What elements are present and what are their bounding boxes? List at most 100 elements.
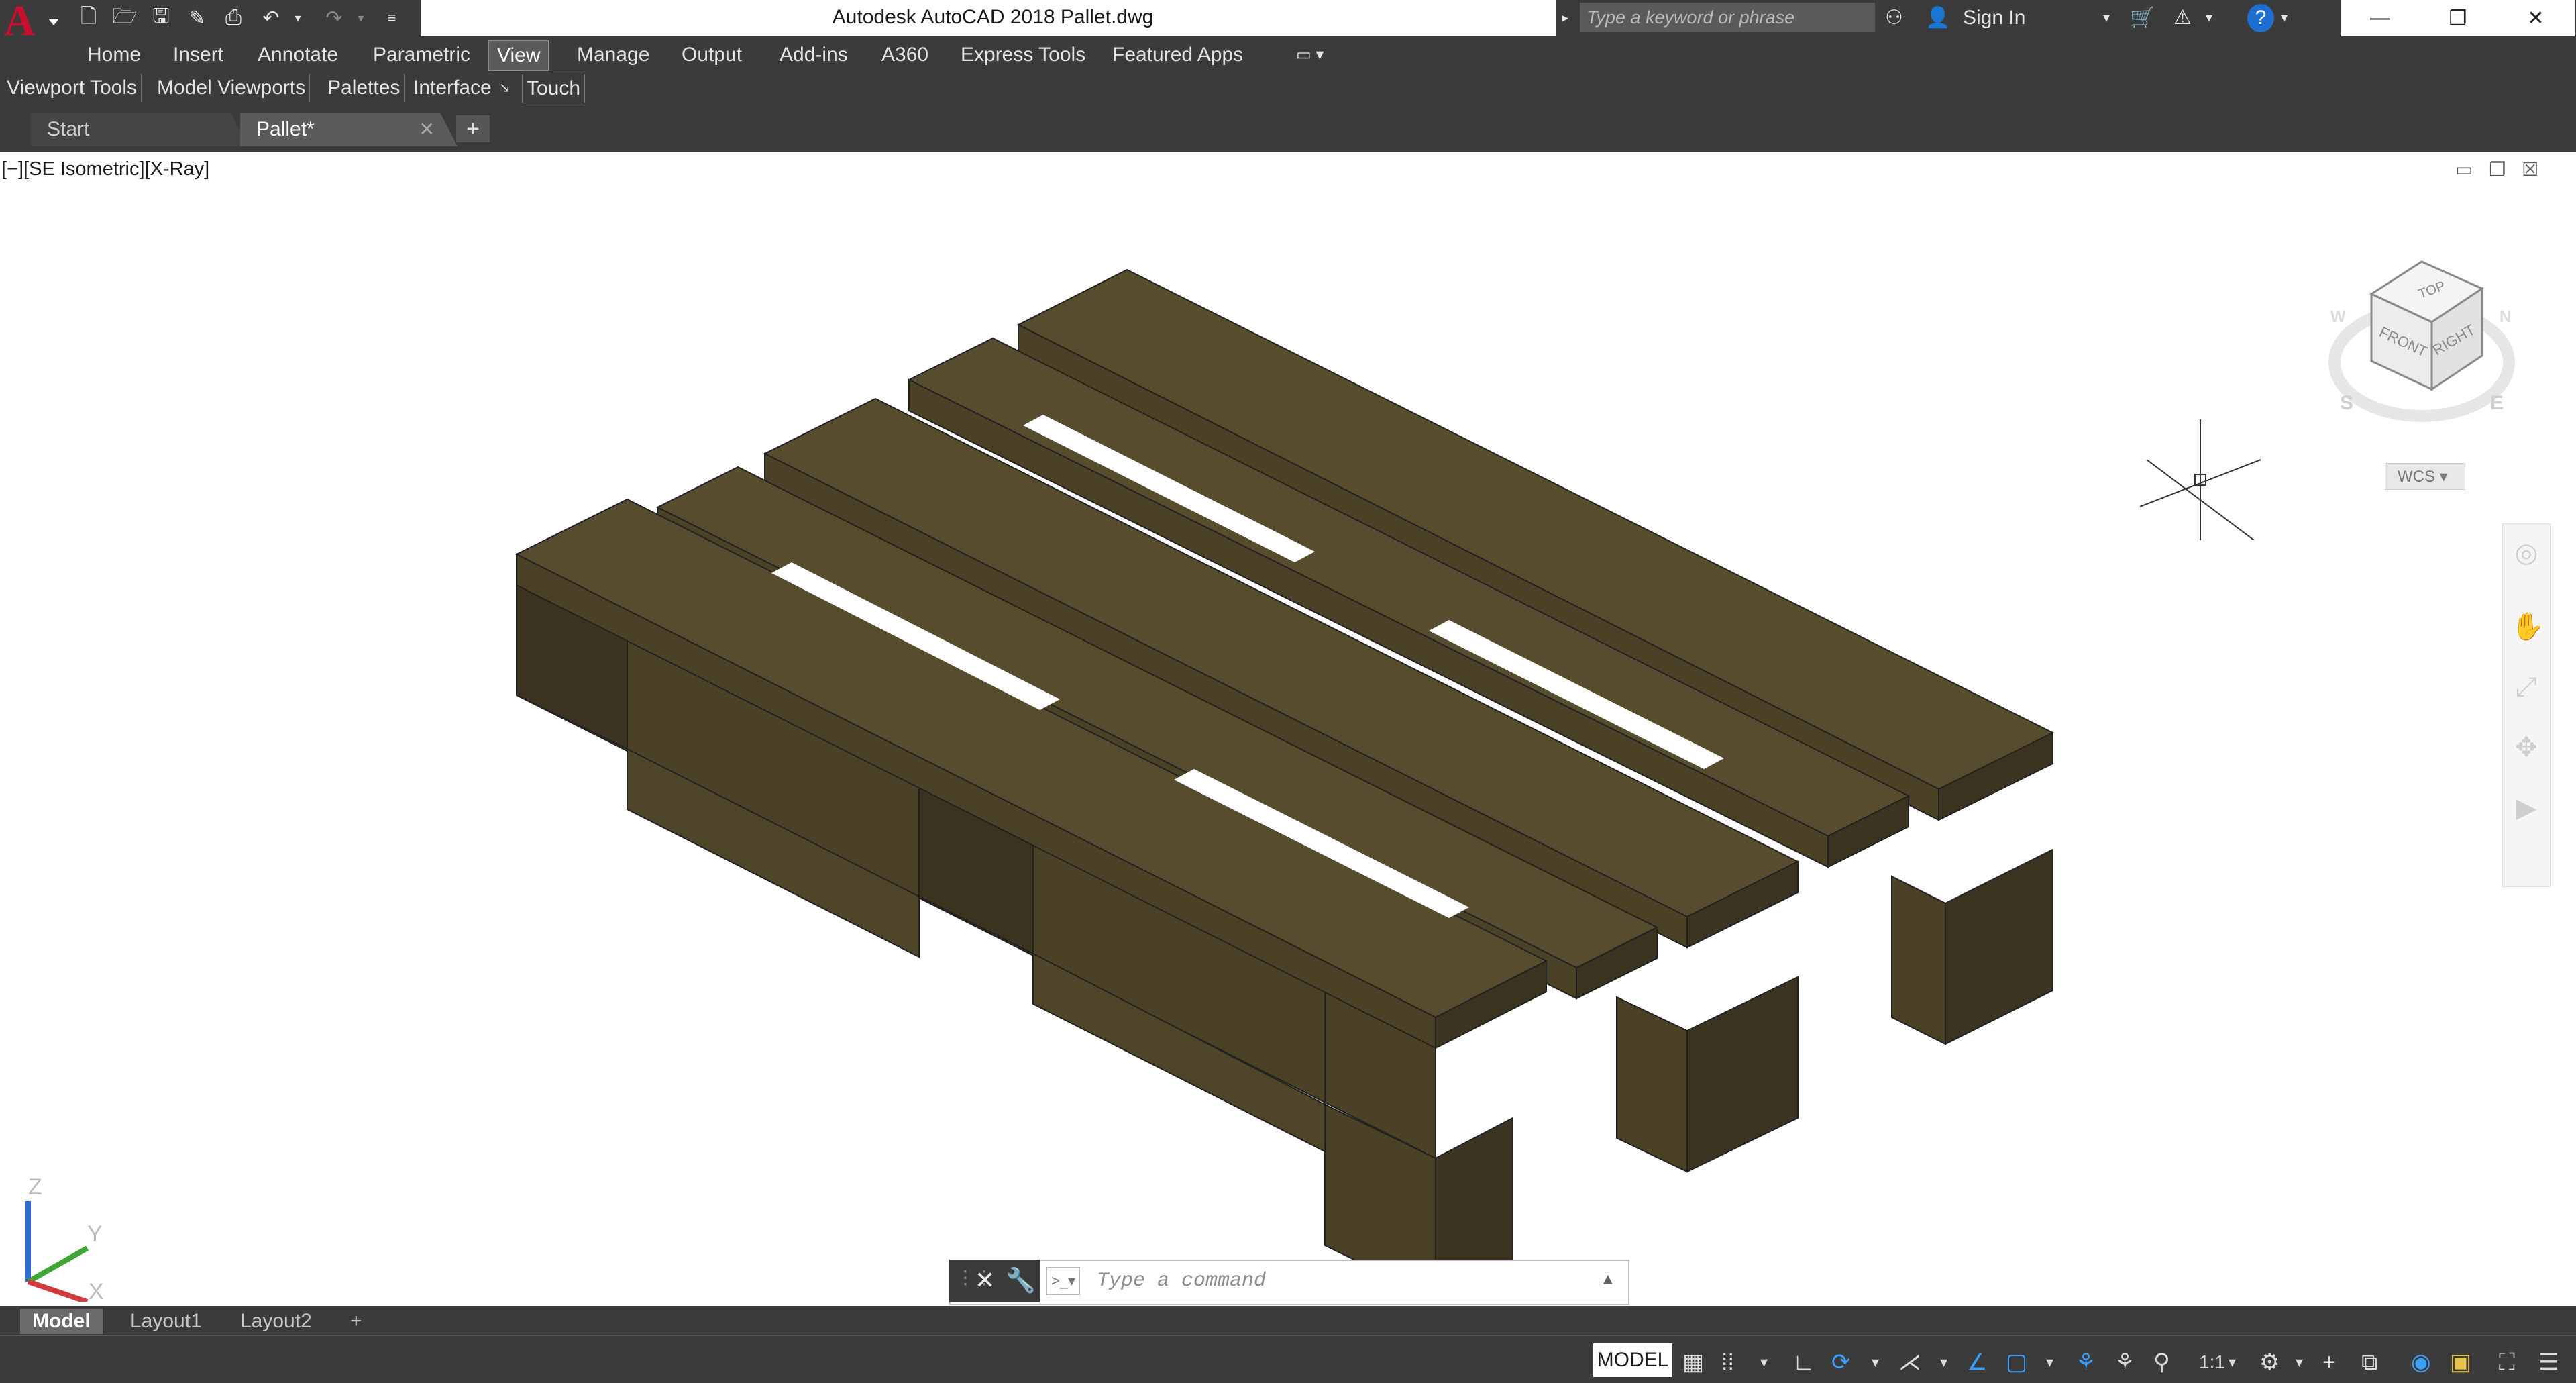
application-menu-button[interactable]: A <box>0 0 62 44</box>
pallet-block <box>1891 875 1946 1045</box>
showmotion-icon[interactable]: ▶ <box>2511 792 2542 823</box>
sign-in-button[interactable]: Sign In <box>1963 4 2025 32</box>
command-input[interactable]: Type a command <box>1097 1266 1580 1296</box>
quick-access-toolbar: 🗋 🗁 🖫 ✎ ⎙ ↶ ▾ ↷ ▾ ≡ <box>62 0 421 36</box>
scale-dropdown-icon[interactable]: ▾ <box>2229 1347 2236 1377</box>
file-tab-pallet[interactable]: Pallet* ✕ <box>240 113 458 146</box>
object-snap-tracking-icon[interactable]: ∠ <box>1967 1347 1987 1377</box>
tab-express-tools[interactable]: Express Tools <box>953 40 1093 70</box>
workspace-dropdown-icon[interactable]: ▾ <box>2296 1347 2303 1377</box>
customize-toolbar-icon[interactable]: ≡ <box>377 5 407 31</box>
binoculars-icon[interactable]: ⚇ <box>1885 4 1903 32</box>
hardware-acceleration-icon[interactable]: ◉ <box>2411 1347 2431 1377</box>
clean-screen-icon[interactable]: ▣ <box>2450 1347 2471 1377</box>
isodraft-dropdown-icon[interactable]: ▾ <box>1940 1347 1947 1377</box>
add-icon[interactable]: + <box>2322 1347 2336 1377</box>
ucs-z-label: Z <box>28 1174 42 1200</box>
compass-north[interactable]: N <box>2500 308 2511 326</box>
pan-icon[interactable]: ✋ <box>2511 611 2544 642</box>
file-tab-start[interactable]: Start <box>31 113 248 146</box>
ortho-icon[interactable]: ∟ <box>1792 1347 1815 1377</box>
tab-featured-apps[interactable]: Featured Apps <box>1104 40 1251 70</box>
undo-dropdown-icon[interactable]: ▾ <box>283 5 313 31</box>
restore-button[interactable]: ❐ <box>2419 0 2497 36</box>
sign-in-dropdown-icon[interactable]: ▾ <box>2103 4 2110 32</box>
snap-dropdown-icon[interactable]: ▾ <box>1760 1347 1768 1377</box>
customization-menu-icon[interactable]: ☰ <box>2538 1347 2559 1377</box>
close-command-line-icon[interactable]: ✕ <box>975 1266 995 1294</box>
cart-icon[interactable]: 🛒 <box>2130 4 2155 32</box>
ribbon-minimize-icon[interactable]: ▭ ▾ <box>1288 40 1332 70</box>
workspace-gear-icon[interactable]: ⚙ <box>2259 1347 2279 1377</box>
save-as-icon[interactable]: ✎ <box>182 5 212 31</box>
redo-icon[interactable]: ↷ <box>319 5 349 31</box>
tab-view[interactable]: View <box>488 40 549 71</box>
new-file-icon[interactable]: 🗋 <box>74 5 103 31</box>
close-tab-icon[interactable]: ✕ <box>419 113 435 146</box>
layout-tab-model[interactable]: Model <box>20 1309 103 1334</box>
compass-west[interactable]: W <box>2330 308 2346 326</box>
pallet-block <box>1686 976 1799 1173</box>
panel-model-viewports[interactable]: Model Viewports <box>153 74 311 102</box>
wrench-icon[interactable]: 🔧 <box>1006 1266 1036 1294</box>
search-input[interactable]: Type a keyword or phrase <box>1580 3 1875 32</box>
layout-tab-bar: Model Layout1 Layout2 + <box>0 1306 2576 1335</box>
isodraft-icon[interactable]: ⋌ <box>1898 1347 1921 1377</box>
fullscreen-icon[interactable]: ⛶ <box>2499 1347 2515 1377</box>
a360-dropdown-icon[interactable]: ▾ <box>2206 4 2212 32</box>
wcs-label: WCS <box>2398 468 2435 486</box>
polar-dropdown-icon[interactable]: ▾ <box>1872 1347 1879 1377</box>
help-icon[interactable]: ? <box>2247 4 2274 32</box>
tab-output[interactable]: Output <box>674 40 750 70</box>
panel-palettes[interactable]: Palettes <box>323 74 405 102</box>
tab-manage[interactable]: Manage <box>569 40 657 70</box>
orbit-icon[interactable]: ✥ <box>2511 732 2542 763</box>
tab-insert[interactable]: Insert <box>165 40 231 70</box>
layout-tab-layout2[interactable]: Layout2 <box>228 1309 324 1334</box>
tab-annotate[interactable]: Annotate <box>250 40 346 70</box>
help-dropdown-icon[interactable]: ▾ <box>2281 4 2288 32</box>
zoom-extents-icon[interactable]: ⤢ <box>2511 672 2542 703</box>
panel-interface[interactable]: Interface <box>409 74 496 102</box>
grid-icon[interactable]: ▦ <box>1682 1347 1704 1377</box>
close-button[interactable]: ✕ <box>2497 0 2575 36</box>
save-icon[interactable]: 🖫 <box>146 5 176 31</box>
polar-tracking-icon[interactable]: ⟳ <box>1831 1347 1851 1377</box>
window-title: Autodesk AutoCAD 2018 Pallet.dwg <box>832 6 1154 28</box>
annotation-scale-icon[interactable]: ⚲ <box>2153 1347 2170 1377</box>
wcs-menu[interactable]: WCS ▾ <box>2385 463 2465 490</box>
recent-commands-button[interactable]: >_▾ <box>1046 1267 1080 1295</box>
steering-wheel-icon[interactable]: ◎ <box>2511 537 2542 568</box>
tab-add-ins[interactable]: Add-ins <box>771 40 856 70</box>
new-tab-button[interactable]: + <box>456 115 490 142</box>
object-snap-icon[interactable]: ▢ <box>2006 1347 2027 1377</box>
panel-interface-launcher-icon[interactable]: ↘ <box>495 74 515 102</box>
tab-a360[interactable]: A360 <box>873 40 936 70</box>
compass-south[interactable]: S <box>2340 392 2353 414</box>
undo-icon[interactable]: ↶ <box>256 5 286 31</box>
pallet-model[interactable] <box>0 152 2576 1306</box>
layout-tab-layout1[interactable]: Layout1 <box>118 1309 214 1334</box>
tab-parametric[interactable]: Parametric <box>365 40 478 70</box>
object-snap-dropdown-icon[interactable]: ▾ <box>2046 1347 2053 1377</box>
viewcube[interactable]: TOP FRONT RIGHT S E W N <box>2321 248 2522 476</box>
compass-east[interactable]: E <box>2490 392 2504 414</box>
minimize-button[interactable]: — <box>2341 0 2419 36</box>
ribbon-panel-bar: Viewport Tools Model Viewports Palettes … <box>0 72 2576 106</box>
redo-dropdown-icon[interactable]: ▾ <box>346 5 376 31</box>
isolate-objects-icon[interactable]: ⧉ <box>2361 1347 2377 1377</box>
auto-scale-icon[interactable]: ⚘ <box>2114 1347 2135 1377</box>
new-layout-button[interactable]: + <box>338 1309 374 1334</box>
model-space-button[interactable]: MODEL <box>1593 1343 1672 1377</box>
open-icon[interactable]: 🗁 <box>110 5 140 31</box>
a360-icon[interactable]: ⚠ <box>2174 4 2192 32</box>
print-icon[interactable]: ⎙ <box>219 5 248 31</box>
annotation-visibility-icon[interactable]: ⚘ <box>2076 1347 2096 1377</box>
command-history-arrow-icon[interactable]: ▲ <box>1600 1270 1616 1289</box>
expand-arrow-icon[interactable]: ▸ <box>1562 4 1568 32</box>
snap-icon[interactable]: ⁞⁞ <box>1721 1347 1734 1377</box>
panel-touch[interactable]: Touch <box>522 74 586 103</box>
panel-viewport-tools[interactable]: Viewport Tools <box>3 74 142 102</box>
tab-home[interactable]: Home <box>79 40 149 70</box>
annotation-scale-value[interactable]: 1:1 <box>2199 1347 2225 1377</box>
